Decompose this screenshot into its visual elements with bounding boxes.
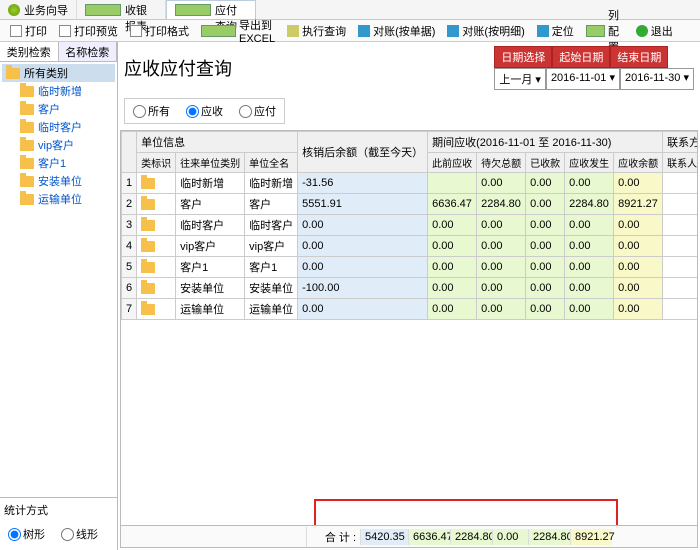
print-button[interactable]: 打印 bbox=[4, 21, 53, 41]
stat-tree-radio[interactable]: 树形 bbox=[8, 526, 45, 542]
tab-biz-wizard[interactable]: 业务向导 bbox=[0, 0, 77, 19]
preview-icon bbox=[59, 25, 71, 37]
period-select[interactable]: 上一月 ▾ bbox=[494, 68, 546, 90]
tab-daily-report[interactable]: 每日收银报表 bbox=[77, 0, 166, 19]
excel-icon bbox=[201, 25, 236, 37]
toolbar: 打印 打印预览 打印格式 导出到EXCEL 执行查询 对账(按单据) 对账(按明… bbox=[0, 20, 700, 42]
category-tree[interactable]: 所有类别 临时新增客户临时客户vip客户客户1安装单位运输单位 bbox=[0, 62, 117, 497]
folder-icon bbox=[20, 140, 34, 151]
filter-recv-radio[interactable]: 应收 bbox=[186, 103, 223, 119]
recon-by-doc-button[interactable]: 对账(按单据) bbox=[352, 21, 441, 41]
end-date-input[interactable]: 2016-11-30 ▾ bbox=[620, 68, 694, 90]
folder-icon bbox=[141, 283, 155, 294]
stat-line-radio[interactable]: 线形 bbox=[61, 526, 98, 542]
tree-item[interactable]: 客户1 bbox=[2, 154, 115, 172]
start-date-input[interactable]: 2016-11-01 ▾ bbox=[546, 68, 620, 90]
tree-item[interactable]: 临时客户 bbox=[2, 118, 115, 136]
recon-icon bbox=[447, 25, 459, 37]
folder-icon bbox=[20, 104, 34, 115]
folder-icon bbox=[6, 68, 20, 79]
folder-icon bbox=[20, 176, 34, 187]
columns-icon bbox=[586, 25, 605, 37]
filter-all-radio[interactable]: 所有 bbox=[133, 103, 170, 119]
folder-icon bbox=[141, 178, 155, 189]
print-preview-button[interactable]: 打印预览 bbox=[53, 21, 124, 41]
table-row[interactable]: 3临时客户临时客户0.000.000.000.000.000.00 bbox=[122, 215, 699, 236]
exit-button[interactable]: 退出 bbox=[630, 21, 679, 41]
table-row[interactable]: 2客户客户5551.916636.472284.800.002284.80892… bbox=[122, 194, 699, 215]
tree-item[interactable]: 临时新增 bbox=[2, 82, 115, 100]
folder-icon bbox=[20, 194, 34, 205]
table-row[interactable]: 1临时新增临时新增-31.560.000.000.000.00 bbox=[122, 173, 699, 194]
sidebar-tab-category[interactable]: 类别检索 bbox=[0, 42, 59, 61]
table-row[interactable]: 5客户1客户10.000.000.000.000.000.00 bbox=[122, 257, 699, 278]
content-pane: 应收应付查询 日期选择起始日期结束日期 上一月 ▾ 2016-11-01 ▾ 2… bbox=[118, 42, 700, 550]
tree-root[interactable]: 所有类别 bbox=[2, 64, 115, 82]
run-query-button[interactable]: 执行查询 bbox=[281, 21, 352, 41]
table-row[interactable]: 7运输单位运输单位0.000.000.000.000.000.00 bbox=[122, 299, 699, 320]
sidebar-tabs: 类别检索 名称检索 bbox=[0, 42, 117, 62]
folder-icon bbox=[141, 262, 155, 273]
folder-icon bbox=[20, 86, 34, 97]
recon-icon bbox=[358, 25, 370, 37]
exit-icon bbox=[636, 25, 648, 37]
tree-item[interactable]: 运输单位 bbox=[2, 190, 115, 208]
print-icon bbox=[10, 25, 22, 37]
tab-label: 业务向导 bbox=[24, 2, 68, 18]
folder-icon bbox=[141, 199, 155, 210]
date-range-box: 日期选择起始日期结束日期 上一月 ▾ 2016-11-01 ▾ 2016-11-… bbox=[494, 46, 694, 90]
table-row[interactable]: 4vip客户vip客户0.000.000.000.000.000.00 bbox=[122, 236, 699, 257]
table-row[interactable]: 6安装单位安装单位-100.000.000.000.000.000.00 bbox=[122, 278, 699, 299]
totals-label: 合 计 : bbox=[306, 527, 360, 547]
folder-icon bbox=[141, 241, 155, 252]
locate-icon bbox=[537, 25, 549, 37]
folder-icon bbox=[141, 220, 155, 231]
filter-box: 所有 应收 应付 bbox=[124, 98, 285, 124]
sidebar-tab-name[interactable]: 名称检索 bbox=[59, 42, 118, 61]
locate-button[interactable]: 定位 bbox=[531, 21, 580, 41]
folder-icon bbox=[141, 304, 155, 315]
format-icon bbox=[130, 25, 142, 37]
data-grid[interactable]: 单位信息 核销后余额（截至今天） 期间应收(2016-11-01 至 2016-… bbox=[121, 131, 698, 320]
grid-container: 单位信息 核销后余额（截至今天） 期间应收(2016-11-01 至 2016-… bbox=[120, 130, 698, 548]
tree-item[interactable]: vip客户 bbox=[2, 136, 115, 154]
print-format-button[interactable]: 打印格式 bbox=[124, 21, 195, 41]
folder-icon bbox=[20, 122, 34, 133]
tree-item[interactable]: 安装单位 bbox=[2, 172, 115, 190]
stat-method-box: 统计方式 树形 线形 bbox=[0, 497, 117, 550]
filter-pay-radio[interactable]: 应付 bbox=[239, 103, 276, 119]
recon-by-detail-button[interactable]: 对账(按明细) bbox=[441, 21, 530, 41]
totals-row: 合 计 : 5420.35 6636.47 2284.80 0.00 2284.… bbox=[121, 525, 697, 547]
report-icon bbox=[85, 4, 121, 16]
stat-title: 统计方式 bbox=[4, 502, 113, 518]
run-icon bbox=[287, 25, 299, 37]
tree-item[interactable]: 客户 bbox=[2, 100, 115, 118]
page-title: 应收应付查询 bbox=[124, 55, 232, 81]
folder-icon bbox=[20, 158, 34, 169]
sidebar: 类别检索 名称检索 所有类别 临时新增客户临时客户vip客户客户1安装单位运输单… bbox=[0, 42, 118, 550]
wizard-icon bbox=[8, 4, 20, 16]
main-split: 类别检索 名称检索 所有类别 临时新增客户临时客户vip客户客户1安装单位运输单… bbox=[0, 42, 700, 550]
